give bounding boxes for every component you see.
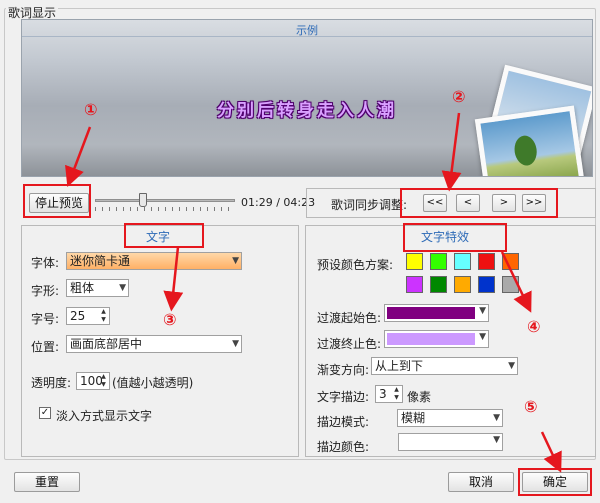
preset-color-swatch[interactable] — [502, 253, 519, 270]
chevron-down-icon: ▼ — [493, 413, 500, 423]
position-label: 位置: — [31, 340, 60, 354]
stroke-mode-label: 描边模式: — [317, 415, 370, 429]
tree-image — [512, 134, 539, 167]
opacity-label: 透明度: — [31, 376, 72, 390]
annotation-marker: ① — [84, 100, 98, 119]
direction-label: 渐变方向: — [317, 363, 370, 377]
stepper-arrows-icon[interactable]: ▲ ▼ — [99, 308, 108, 324]
cancel-button[interactable]: 取消 — [448, 472, 514, 492]
start-color-fill — [387, 307, 475, 319]
end-color-picker[interactable]: ▼ — [384, 330, 489, 348]
style-label: 字形: — [31, 284, 60, 298]
stepper-arrows-icon[interactable]: ▲ ▼ — [392, 386, 401, 402]
font-label: 字体: — [31, 256, 60, 270]
annotation-box — [518, 468, 592, 496]
sync-label: 歌词同步调整: — [331, 198, 408, 212]
progress-slider-ticks — [95, 207, 235, 211]
checkmark-icon: ✓ — [40, 407, 50, 418]
chevron-down-icon: ▼ — [232, 256, 239, 266]
stroke-color-picker[interactable]: ▼ — [398, 433, 503, 451]
stroke-unit: 像素 — [407, 390, 432, 404]
stroke-label: 文字描边: — [317, 390, 370, 404]
size-value: 25 — [70, 309, 86, 323]
stroke-mode-value: 模糊 — [401, 411, 426, 425]
stroke-stepper[interactable]: 3 ▲ ▼ — [375, 385, 403, 403]
stroke-color-fill — [401, 436, 489, 448]
annotation-marker: ⑤ — [524, 397, 538, 416]
position-value: 画面底部居中 — [70, 337, 143, 351]
position-select[interactable]: 画面底部居中 ▼ — [66, 335, 242, 353]
font-value: 迷你简卡通 — [70, 254, 131, 268]
reset-button[interactable]: 重置 — [14, 472, 80, 492]
chevron-down-icon: ▼ — [493, 435, 500, 445]
chevron-down-icon: ▼ — [479, 332, 486, 342]
style-select[interactable]: 粗体 ▼ — [66, 279, 129, 297]
size-stepper[interactable]: 25 ▲ ▼ — [66, 307, 110, 325]
chevron-down-icon: ▼ — [232, 339, 239, 349]
chevron-down-icon: ▼ — [119, 283, 126, 293]
preset-color-swatch[interactable] — [406, 276, 423, 293]
fade-label: 淡入方式显示文字 — [56, 409, 153, 423]
preset-color-swatch[interactable] — [454, 276, 471, 293]
start-color-label: 过渡起始色: — [317, 311, 382, 325]
lyric-preview: 示例 分别后转身走入人潮 — [21, 19, 593, 177]
annotation-box — [23, 184, 91, 218]
direction-select[interactable]: 从上到下 ▼ — [371, 357, 518, 375]
preview-lyric-text: 分别后转身走入人潮 — [217, 101, 397, 121]
preset-color-swatch[interactable] — [406, 253, 423, 270]
opacity-hint: (值越小越透明) — [112, 376, 194, 390]
preset-color-swatch[interactable] — [430, 276, 447, 293]
annotation-box — [400, 188, 558, 218]
annotation-marker: ④ — [527, 317, 541, 336]
chevron-down-icon: ▼ — [508, 361, 515, 371]
stepper-arrows-icon[interactable]: ▲ ▼ — [99, 373, 108, 389]
progress-slider-thumb[interactable] — [138, 193, 147, 207]
annotation-marker: ③ — [163, 310, 177, 329]
playback-time: 01:29 / 04:23 — [241, 196, 316, 209]
annotation-box — [124, 223, 204, 248]
preset-color-swatch[interactable] — [430, 253, 447, 270]
end-color-fill — [387, 333, 475, 345]
start-color-picker[interactable]: ▼ — [384, 304, 489, 322]
preset-label: 预设颜色方案: — [317, 258, 394, 272]
stroke-value: 3 — [379, 387, 387, 401]
annotation-marker: ② — [452, 87, 466, 106]
style-value: 粗体 — [70, 281, 95, 295]
annotation-box — [403, 223, 507, 252]
fade-checkbox[interactable]: ✓ — [39, 407, 51, 419]
preset-color-swatch[interactable] — [478, 276, 495, 293]
preset-color-swatch[interactable] — [478, 253, 495, 270]
direction-value: 从上到下 — [375, 359, 424, 373]
preset-color-swatch[interactable] — [502, 276, 519, 293]
chevron-down-icon: ▼ — [479, 306, 486, 316]
opacity-stepper[interactable]: 100 ▲ ▼ — [76, 372, 110, 390]
end-color-label: 过渡终止色: — [317, 337, 382, 351]
preset-color-swatch[interactable] — [454, 253, 471, 270]
progress-slider-track[interactable] — [95, 199, 235, 202]
font-select[interactable]: 迷你简卡通 ▼ — [66, 252, 242, 270]
preview-divider — [22, 36, 592, 37]
stroke-mode-select[interactable]: 模糊 ▼ — [397, 409, 503, 427]
size-label: 字号: — [31, 312, 60, 326]
stroke-color-label: 描边颜色: — [317, 440, 370, 454]
